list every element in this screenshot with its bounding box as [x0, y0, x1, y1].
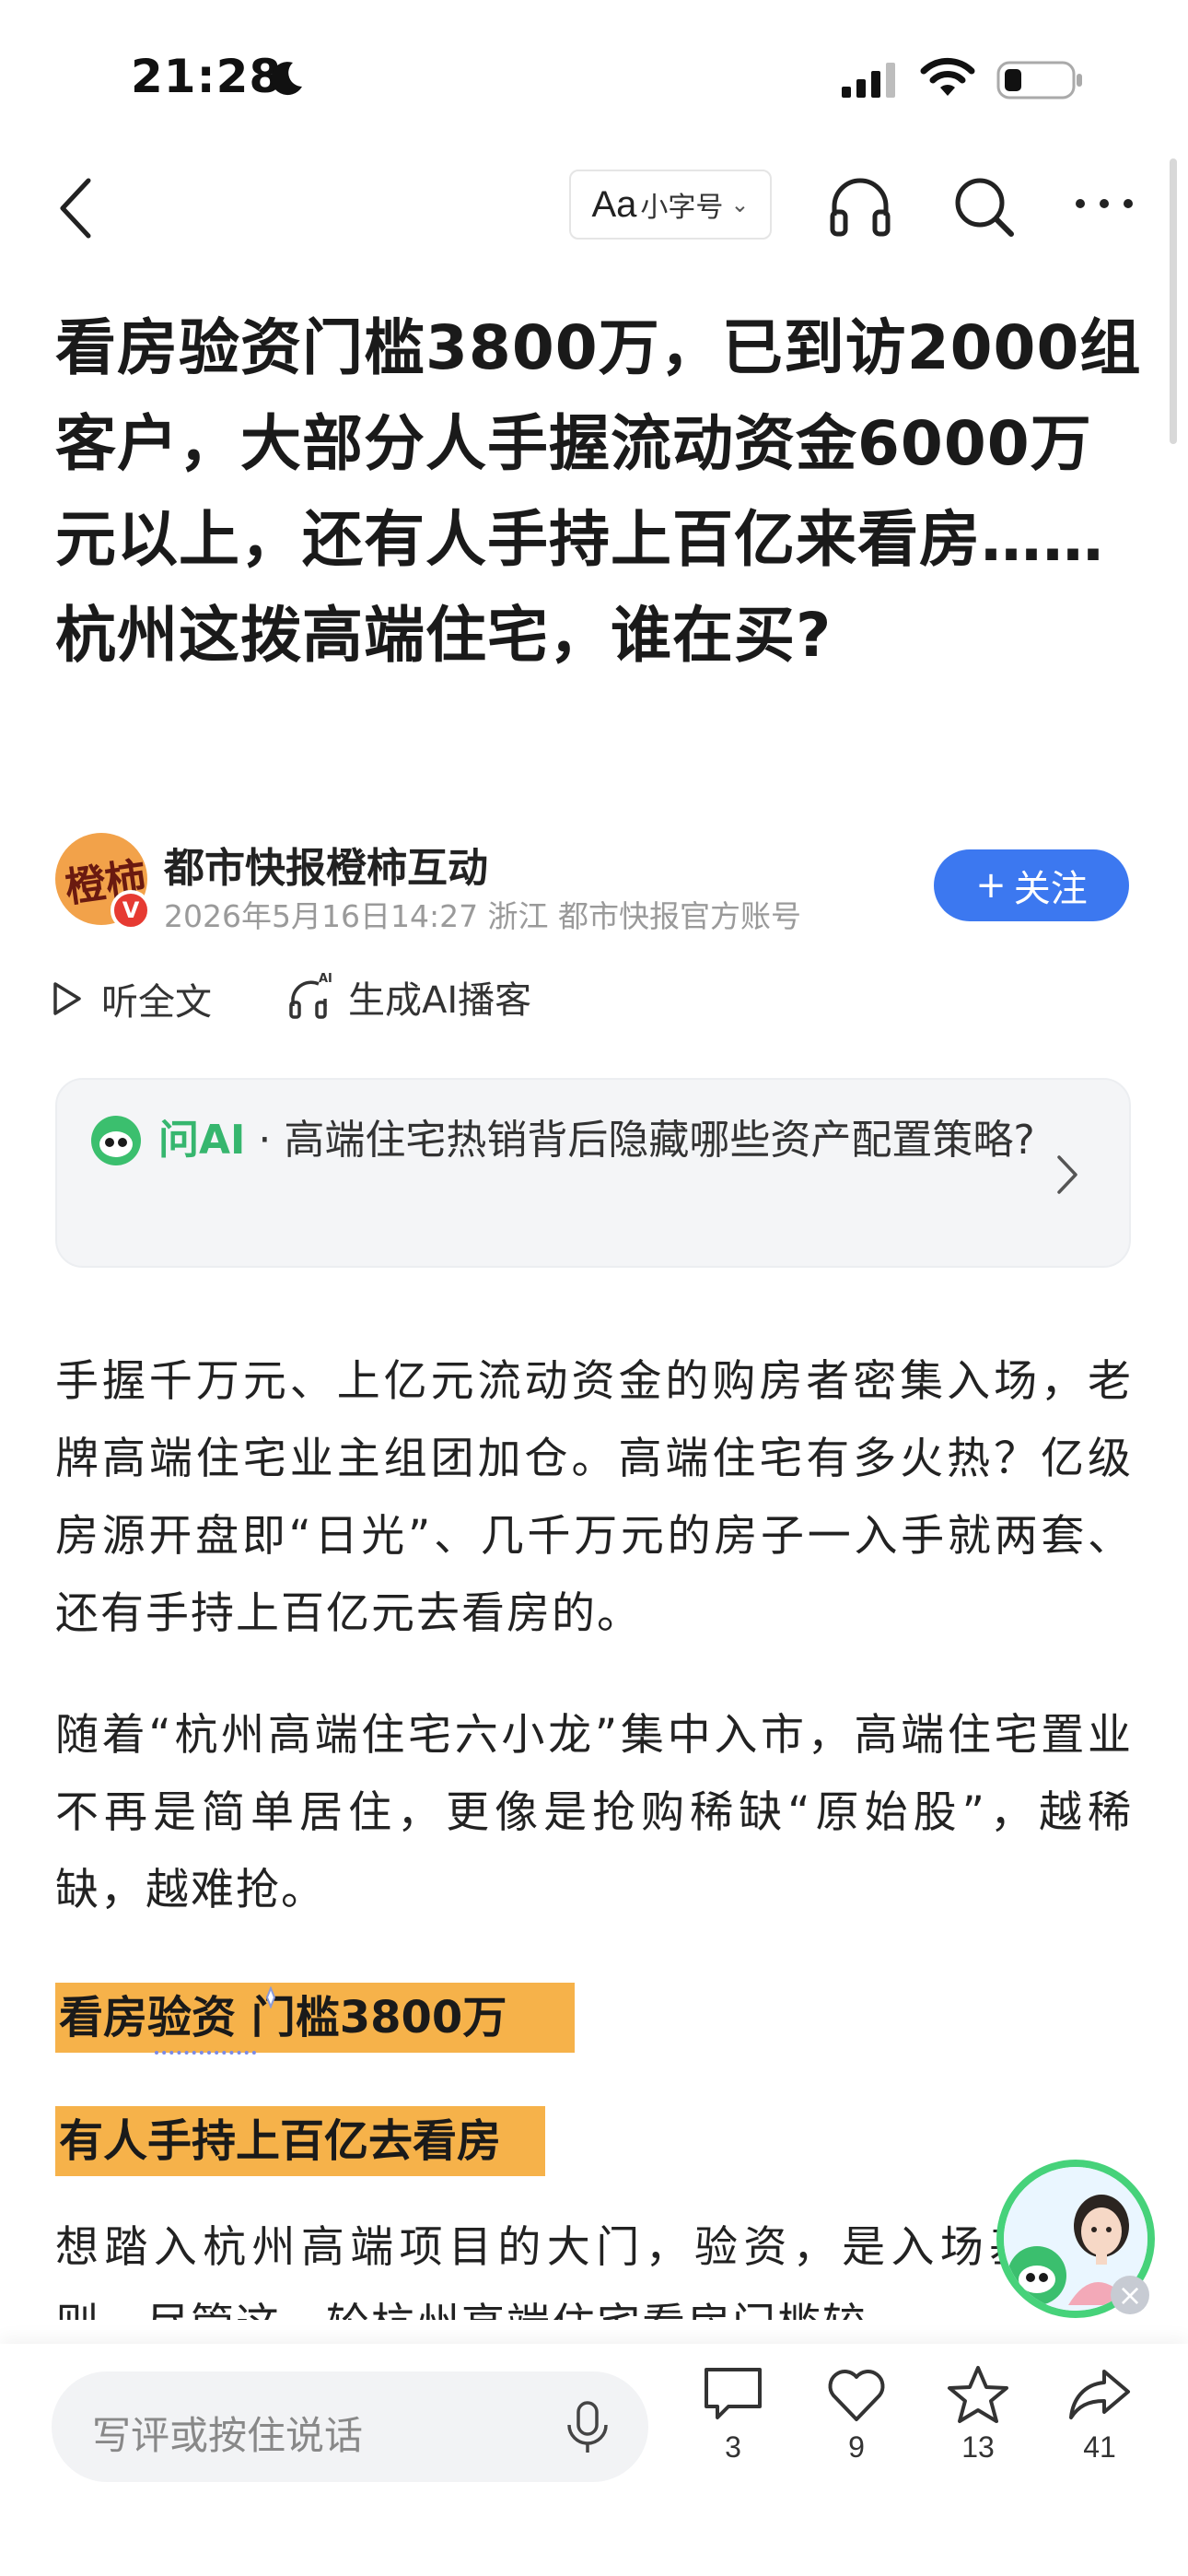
comment-count: 3: [725, 2430, 741, 2464]
moon-icon: [271, 62, 302, 96]
ask-ai-question: 问AI · 高端住宅热销背后隐藏哪些资产配置策略?: [158, 1106, 1042, 1176]
keyword-sparkle-icon[interactable]: [260, 1986, 282, 2008]
comment-button[interactable]: 3: [687, 2364, 779, 2502]
body-paragraph-1: 手握千万元、上亿元流动资金的购房者密集入场，老牌高端住宅业主组团加仓。高端住宅有…: [55, 1356, 1133, 1639]
nav-bar: Aa 小字号 ⌄: [0, 157, 1188, 258]
plus-icon: +: [975, 864, 1007, 907]
like-count: 9: [848, 2430, 865, 2464]
comment-placeholder: 写评或按住说话: [92, 2413, 364, 2458]
follow-button[interactable]: + 关注: [934, 849, 1129, 921]
status-time: 21:28: [131, 50, 283, 103]
back-icon[interactable]: [52, 173, 107, 243]
ai-podcast-button[interactable]: AI 生成AI播客: [287, 967, 531, 1026]
keyword-underline: [155, 2051, 256, 2055]
comment-input[interactable]: 写评或按住说话: [52, 2371, 648, 2482]
author-meta: 2026年5月16日14:27 浙江 都市快报官方账号: [164, 898, 802, 934]
comment-icon: [705, 2368, 762, 2419]
star-icon: [948, 2366, 1008, 2423]
wifi-icon: [920, 57, 975, 96]
subheading-keyword[interactable]: 看房验资: [59, 1992, 236, 2043]
chevron-right-icon: [1057, 1155, 1077, 1194]
share-count: 41: [1083, 2430, 1116, 2464]
svg-text:AI: AI: [319, 972, 332, 986]
ask-ai-brand: 问AI: [158, 1117, 246, 1164]
battery-icon: [996, 61, 1082, 100]
heart-icon: [828, 2370, 885, 2421]
chevron-down-icon: ⌄: [730, 192, 750, 217]
listen-label: 听全文: [101, 981, 212, 1024]
like-button[interactable]: 9: [810, 2364, 903, 2502]
font-size-aa: Aa: [591, 183, 637, 225]
article-title: 看房验资门槛3800万，已到访2000组客户，大部分人手握流动资金6000万元以…: [55, 312, 1142, 671]
ai-podcast-label: 生成AI播客: [348, 979, 532, 1022]
font-size-button[interactable]: Aa 小字号 ⌄: [569, 170, 772, 240]
author-name[interactable]: 都市快报橙柿互动: [164, 835, 488, 894]
microphone-icon[interactable]: [562, 2399, 613, 2456]
ai-headphones-icon: AI: [289, 972, 332, 1019]
verified-badge: V: [111, 890, 151, 931]
status-bar: 21:28: [0, 0, 1188, 157]
bottom-bar: 写评或按住说话 3 9 13 41: [0, 2344, 1188, 2576]
play-icon: [53, 982, 81, 1015]
subheading-1: 看房验资 门槛3800万: [55, 1983, 575, 2053]
follow-label: 关注: [1013, 868, 1088, 910]
search-icon[interactable]: [950, 173, 1017, 240]
ask-ai-separator: ·: [245, 1117, 285, 1164]
share-button[interactable]: 41: [1054, 2364, 1146, 2502]
subheading-2: 有人手持上百亿去看房: [55, 2106, 545, 2176]
share-icon: [1069, 2370, 1130, 2419]
body-paragraph-3: 想踏入杭州高端项目的大门，验资，是入场基本规则。尽管这一轮杭州高端住宅看房门槛较: [55, 2222, 1131, 2320]
listen-full-text-button[interactable]: 听全文: [52, 971, 212, 1026]
favorite-button[interactable]: 13: [932, 2364, 1024, 2502]
headphones-icon[interactable]: [825, 171, 895, 241]
ask-ai-card[interactable]: 问AI · 高端住宅热销背后隐藏哪些资产配置策略?: [55, 1078, 1131, 1268]
scrollbar[interactable]: [1170, 158, 1177, 444]
favorite-count: 13: [961, 2430, 995, 2464]
ask-ai-question-text: 高端住宅热销背后隐藏哪些资产配置策略?: [284, 1117, 1035, 1164]
ai-logo-icon: [91, 1116, 141, 1165]
font-size-label: 小字号: [640, 192, 724, 224]
signal-icon: [842, 63, 895, 98]
assistant-close-button[interactable]: ×: [1111, 2276, 1149, 2314]
more-icon[interactable]: [1072, 190, 1136, 217]
body-paragraph-2: 随着“杭州高端住宅六小龙”集中入市，高端住宅置业不再是简单居住，更像是抢购稀缺“…: [55, 1710, 1133, 1915]
